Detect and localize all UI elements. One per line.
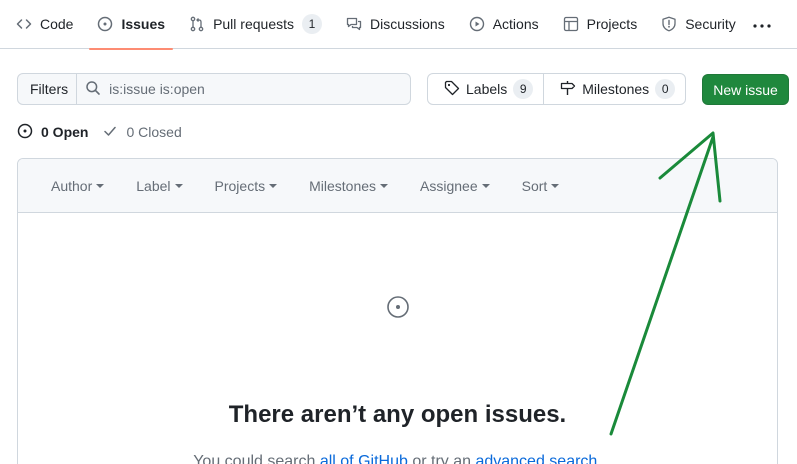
table-icon bbox=[563, 16, 579, 32]
labels-button[interactable]: Labels 9 bbox=[428, 74, 543, 104]
caret-down-icon bbox=[551, 183, 560, 188]
milestones-filter[interactable]: Milestones bbox=[309, 177, 389, 194]
caret-down-icon bbox=[174, 183, 183, 188]
caret-down-icon bbox=[481, 183, 490, 188]
code-icon bbox=[16, 16, 32, 32]
tab-discussions[interactable]: Discussions bbox=[346, 0, 445, 49]
search-icon bbox=[85, 80, 109, 99]
filters-button-label: Filters bbox=[30, 81, 69, 97]
issue-states: 0 Open 0 Closed bbox=[17, 122, 196, 142]
closed-issues-toggle[interactable]: 0 Closed bbox=[102, 123, 182, 142]
tab-pull-requests-label: Pull requests bbox=[213, 16, 294, 32]
milestones-button-label: Milestones bbox=[582, 81, 650, 97]
issues-filter-header: Author Label Projects Milestones Assigne… bbox=[18, 159, 777, 213]
play-icon bbox=[469, 16, 485, 32]
labels-button-label: Labels bbox=[466, 81, 508, 97]
tab-security-label: Security bbox=[685, 16, 736, 32]
comment-discussion-icon bbox=[346, 16, 362, 32]
shield-icon bbox=[661, 16, 677, 32]
assignee-filter-label: Assignee bbox=[420, 177, 478, 194]
tab-code[interactable]: Code bbox=[16, 0, 73, 49]
label-filter-label: Label bbox=[136, 177, 171, 194]
all-of-github-link[interactable]: all of GitHub bbox=[320, 453, 408, 464]
milestone-icon bbox=[560, 80, 582, 99]
more-tabs-button[interactable] bbox=[752, 14, 772, 34]
caret-down-icon bbox=[96, 183, 105, 188]
search-box[interactable] bbox=[77, 73, 411, 105]
caret-down-icon bbox=[380, 183, 389, 188]
tab-code-label: Code bbox=[40, 16, 74, 32]
projects-filter[interactable]: Projects bbox=[215, 178, 278, 194]
issue-opened-icon bbox=[97, 16, 113, 32]
labels-count: 9 bbox=[513, 79, 534, 99]
blank-sub-middle: or try an bbox=[407, 453, 476, 464]
check-icon bbox=[102, 123, 126, 142]
tab-pull-requests[interactable]: Pull requests 1 bbox=[189, 0, 322, 49]
filters-button[interactable]: Filters bbox=[17, 73, 78, 105]
blank-sub-suffix: . bbox=[597, 453, 602, 464]
open-issues-toggle[interactable]: 0 Open bbox=[17, 123, 88, 142]
pull-requests-count: 1 bbox=[302, 14, 322, 34]
blank-slate-description: You could search all of GitHub or try an… bbox=[18, 453, 777, 464]
tab-issues[interactable]: Issues bbox=[89, 0, 173, 50]
tab-projects[interactable]: Projects bbox=[563, 0, 638, 49]
filters-search-group: Filters bbox=[17, 73, 411, 105]
projects-filter-label: Projects bbox=[214, 177, 266, 194]
tab-actions[interactable]: Actions bbox=[469, 0, 539, 49]
new-issue-button[interactable]: New issue bbox=[702, 74, 789, 105]
tag-icon bbox=[444, 80, 466, 99]
blank-slate-title: There aren’t any open issues. bbox=[228, 401, 567, 428]
open-issues-label: 0 Open bbox=[41, 124, 89, 140]
search-input[interactable] bbox=[109, 81, 390, 97]
issue-opened-icon bbox=[386, 295, 410, 322]
tab-security[interactable]: Security bbox=[661, 0, 736, 49]
tab-discussions-label: Discussions bbox=[370, 16, 445, 32]
issues-box: Author Label Projects Milestones Assigne… bbox=[17, 158, 778, 464]
blank-slate: There aren’t any open issues. You could … bbox=[18, 213, 777, 464]
sort-filter[interactable]: Sort bbox=[522, 178, 560, 194]
milestones-count: 0 bbox=[655, 79, 676, 99]
closed-issues-label: 0 Closed bbox=[126, 124, 182, 140]
caret-down-icon bbox=[269, 183, 278, 188]
blank-sub-prefix: You could search bbox=[193, 453, 320, 464]
repo-nav: Code Issues Pull requests 1 Discussions … bbox=[0, 0, 797, 50]
author-filter-label: Author bbox=[51, 177, 93, 194]
labels-milestones-group: Labels 9 Milestones 0 bbox=[427, 73, 686, 105]
issue-opened-icon bbox=[17, 123, 41, 142]
milestones-filter-label: Milestones bbox=[309, 177, 377, 194]
kebab-horizontal-icon bbox=[752, 16, 772, 32]
sort-filter-label: Sort bbox=[521, 177, 548, 194]
tab-projects-label: Projects bbox=[586, 16, 638, 32]
author-filter[interactable]: Author bbox=[51, 177, 105, 194]
milestones-button[interactable]: Milestones 0 bbox=[543, 74, 685, 104]
advanced-search-link[interactable]: advanced search bbox=[475, 453, 597, 464]
git-pull-request-icon bbox=[189, 16, 205, 32]
label-filter[interactable]: Label bbox=[136, 177, 183, 194]
tab-actions-label: Actions bbox=[492, 16, 539, 32]
new-issue-button-label: New issue bbox=[713, 81, 778, 98]
assignee-filter[interactable]: Assignee bbox=[420, 178, 490, 194]
tab-issues-label: Issues bbox=[121, 16, 166, 32]
